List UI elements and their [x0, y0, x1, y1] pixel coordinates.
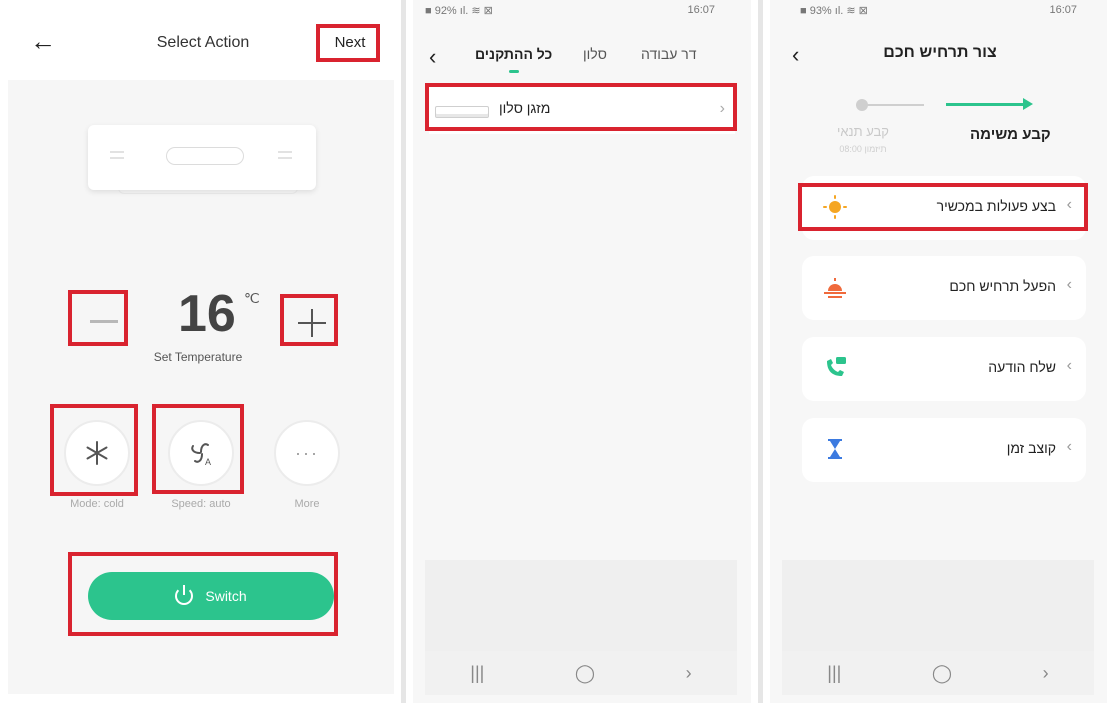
mode-highlight-box: [50, 404, 138, 496]
back-chevron-icon[interactable]: ‹: [792, 44, 799, 66]
select-action-screen: ← Select Action Next 16 ℃ Set Temperatur…: [8, 0, 394, 703]
recent-apps-icon[interactable]: |||: [470, 663, 484, 684]
panel-divider: [401, 0, 406, 703]
temperature-value: 16: [178, 285, 236, 343]
more-dots-icon: ···: [295, 442, 319, 463]
create-smart-scene-screen: ■ 93% ıl. ≋ ⊠ 16:07 ‹ צור תרחיש חכם קבע …: [770, 0, 1107, 703]
card-label: שלח הודעה: [988, 359, 1056, 375]
back-nav-icon[interactable]: ›: [1043, 663, 1049, 684]
speed-label: Speed: auto: [171, 498, 231, 510]
home-icon[interactable]: ◯: [932, 663, 952, 684]
card-activate-smart-scene[interactable]: הפעל תרחיש חכם ‹: [802, 256, 1086, 320]
switch-highlight-box: [68, 552, 338, 636]
active-tab-indicator: [509, 70, 519, 73]
empty-area: [782, 560, 1094, 652]
card-send-notification[interactable]: שלח הודעה ‹: [802, 337, 1086, 401]
sunset-icon: [824, 278, 846, 298]
tab-all-devices[interactable]: כל ההתקנים: [475, 46, 552, 62]
temperature-unit: ℃: [244, 290, 260, 306]
ac-vent-icon: [278, 151, 292, 159]
tab-living-room[interactable]: סלון: [583, 46, 607, 62]
recent-apps-icon[interactable]: |||: [827, 663, 841, 684]
step-line: [862, 104, 924, 106]
ac-vent-icon: [110, 151, 124, 159]
back-arrow-icon[interactable]: ←: [30, 28, 56, 54]
back-chevron-icon[interactable]: ‹: [429, 46, 436, 68]
status-bar-left: ■ 92% ıl. ≋ ⊠: [425, 5, 493, 17]
ac-display-slot: [166, 147, 244, 165]
air-conditioner-image: [88, 125, 316, 190]
step-condition-subtitle: תיזמון 08:00: [839, 144, 887, 154]
card-highlight-box: [798, 183, 1088, 231]
screenshot-collage: ← Select Action Next 16 ℃ Set Temperatur…: [0, 0, 1115, 703]
home-icon[interactable]: ◯: [575, 663, 595, 684]
card-timer[interactable]: קוצב זמן ‹: [802, 418, 1086, 482]
mode-label: Mode: cold: [70, 498, 124, 510]
system-nav-bar: ||| ◯ ›: [782, 651, 1094, 695]
speed-highlight-box: [152, 404, 244, 494]
step-progress-line: [946, 103, 1026, 106]
more-label: More: [294, 498, 320, 510]
chevron-icon: ‹: [1066, 357, 1072, 374]
chevron-icon: ‹: [1066, 276, 1072, 293]
device-highlight-box: [425, 83, 737, 131]
empty-area: [425, 560, 737, 652]
set-temperature-label: Set Temperature: [153, 350, 243, 364]
card-label: הפעל תרחיש חכם: [949, 278, 1056, 294]
step-set-condition: קבע תנאי: [837, 124, 889, 139]
decrease-highlight-box: [68, 290, 128, 346]
panel-divider: [758, 0, 763, 703]
chevron-icon: ‹: [1066, 438, 1072, 455]
back-nav-icon[interactable]: ›: [686, 663, 692, 684]
card-label: קוצב זמן: [1006, 440, 1056, 456]
increase-highlight-box: [280, 294, 338, 346]
page-title: Select Action: [156, 34, 250, 51]
tab-study[interactable]: דר עבודה: [641, 46, 697, 62]
hourglass-icon: [828, 439, 842, 459]
system-nav-bar: ||| ◯ ›: [425, 651, 737, 695]
step-dot-icon: [856, 99, 868, 111]
page-title: צור תרחיש חכם: [883, 44, 997, 61]
next-highlight-box: [316, 24, 380, 62]
status-bar-time: 16:07: [687, 4, 715, 16]
phone-message-icon: [827, 357, 846, 376]
status-bar-left: ■ 93% ıl. ≋ ⊠: [800, 5, 868, 17]
room-tabs: ‹ כל ההתקנים סלון דר עבודה: [413, 46, 751, 76]
status-bar-time: 16:07: [1049, 4, 1077, 16]
step-arrow-icon: [1023, 98, 1033, 110]
device-list-screen: ■ 92% ıl. ≋ ⊠ 16:07 ‹ כל ההתקנים סלון דר…: [413, 0, 751, 703]
more-button[interactable]: ···: [274, 420, 340, 486]
step-set-task: קבע משימה: [970, 126, 1051, 143]
